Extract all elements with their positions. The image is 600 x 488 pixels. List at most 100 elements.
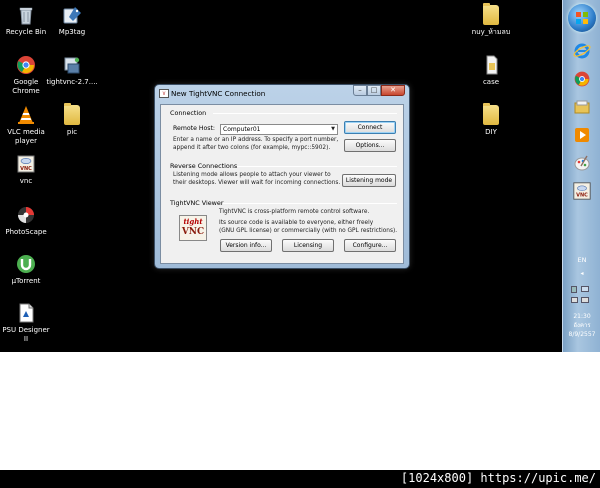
new-tightvnc-connection-window: V New TightVNC Connection – □ ✕ Connecti… [154,84,410,269]
maximize-button[interactable]: □ [367,85,381,96]
folder-icon [61,103,83,126]
window-body: Connection Remote Host: Computer01 ▼ Ent… [160,104,404,264]
reverse-help-line: their desktops. Viewer will wait for inc… [173,179,341,186]
file-icon [480,54,502,76]
chrome-icon [15,54,37,76]
chevron-down-icon[interactable]: ▼ [331,125,335,134]
desktop-icon-label: Google Chrome [12,78,40,95]
window-controls: – □ ✕ [353,85,405,97]
svg-text:VNC: VNC [576,192,588,198]
desktop-icon-label: Recycle Bin [5,28,47,36]
desktop-icon-chrome[interactable]: Google Chrome [0,54,52,96]
viewer-license-text: Its source code is available to everyone… [219,220,397,235]
tightvnc-logo: tight VNC [179,215,207,241]
explorer-icon[interactable] [571,96,593,118]
viewer-license-line: (GNU GPL license) or commercially (with … [219,227,398,234]
licensing-button[interactable]: Licensing [282,239,334,252]
installer-icon [61,54,83,76]
paint-icon[interactable] [571,152,593,174]
svg-text:VNC: VNC [20,166,32,172]
desktop-icon-label: PhotoScape [5,228,47,236]
utorrent-icon [15,253,37,275]
logo-text-tight: tight [183,217,203,226]
tray-expand-icon[interactable]: ◂ [563,270,600,277]
desktop-icon-label: Mp3tag [58,28,86,36]
remote-host-combobox[interactable]: Computer01 ▼ [220,124,338,135]
system-tray [569,284,595,308]
desktop-icon-photoscape[interactable]: PhotoScape [0,204,52,237]
reverse-help-text: Listening mode allows people to attach y… [173,172,340,187]
ie-icon[interactable] [571,40,593,62]
remote-host-value: Computer01 [223,126,261,133]
desktop-icon-diy[interactable]: DIY [464,103,518,137]
blank-area [0,352,600,470]
logo-text-vnc: VNC [181,227,205,237]
version-info-button[interactable]: Version info... [220,239,272,252]
media-player-icon[interactable] [571,124,593,146]
desktop-icon-psu-designer[interactable]: PSU Designer II [0,302,52,344]
desktop-icon-label: µTorrent [11,277,41,285]
clock-time: 21:30 [573,313,591,320]
flag-icon[interactable] [571,286,577,293]
desktop-icon-label: nuy_ห้ามลบ [471,28,511,36]
reverse-connections-heading: Reverse Connections [170,162,238,170]
desktop-icon-label: DIY [485,128,497,136]
desktop-icon-label: case [482,78,500,86]
listening-mode-button[interactable]: Listening mode [342,174,396,187]
configure-button[interactable]: Configure... [344,239,396,252]
desktop-icon-label: vnc [19,177,33,185]
viewer-divider [223,203,397,204]
close-button[interactable]: ✕ [381,85,405,96]
clock-day: อังคาร [573,322,591,329]
network-icon[interactable] [581,286,589,292]
clock-date: 8/9/2557 [568,331,596,338]
recycle-bin-icon [15,4,37,26]
chrome-icon[interactable] [571,68,593,90]
photoscape-icon [15,204,37,226]
desktop-icon-mp3tag[interactable]: Mp3tag [46,4,98,37]
reverse-divider [237,166,397,167]
desktop-icon-nuy[interactable]: nuy_ห้ามลบ [464,3,518,37]
psu-designer-icon [15,302,37,324]
vnc-icon[interactable]: VNC [571,180,593,202]
desktop-icon-vnc[interactable]: VNC vnc [0,153,52,186]
reverse-help-line: Listening mode allows people to attach y… [173,172,331,178]
folder-icon [480,3,502,26]
connection-help-line: append it after two colons (for example,… [173,144,331,151]
desktop-icon-vlc[interactable]: VLC media player [0,104,52,146]
options-button[interactable]: Options... [344,139,396,152]
vnc-window-icon: V [159,89,169,98]
desktop-icon-label: tightvnc-2.7.... [46,78,98,86]
connect-button[interactable]: Connect [344,121,396,134]
footer-watermark: [1024x800] https://upic.me/ [400,471,596,485]
clock[interactable]: 21:30 อังคาร 8/9/2557 [563,312,600,339]
desktop-icon-label: VLC media player [7,128,45,145]
volume-icon[interactable] [581,297,589,303]
minimize-button[interactable]: – [353,85,367,96]
language-indicator[interactable]: EN [563,256,600,264]
power-icon[interactable] [571,297,578,303]
window-title: New TightVNC Connection [171,89,266,98]
viewer-license-line: Its source code is available to everyone… [219,220,374,226]
footer-bar: [1024x800] https://upic.me/ [0,470,600,488]
connection-help-line: Enter a name or an IP address. To specif… [173,137,339,143]
desktop-icon-pic[interactable]: pic [46,103,98,137]
desktop-icon-label: PSU Designer II [2,326,50,343]
desktop-icon-label: pic [66,128,78,136]
folder-icon [480,103,502,126]
connection-help-text: Enter a name or an IP address. To specif… [173,137,338,152]
vlc-icon [15,104,37,126]
connection-heading: Connection [170,109,207,117]
tightvnc-viewer-heading: TightVNC Viewer [170,199,224,207]
desktop-icon-utorrent[interactable]: µTorrent [0,253,52,286]
desktop-icon-tightvnc-installer[interactable]: tightvnc-2.7.... [46,54,98,87]
remote-host-label: Remote Host: [173,125,216,132]
mp3tag-icon [61,4,83,26]
start-orb-icon[interactable] [568,4,596,32]
vnc-icon: VNC [15,153,37,175]
desktop-icon-case[interactable]: case [464,54,518,87]
taskbar: VNC EN ◂ 21:30 อังคาร 8/9/2557 [562,0,600,352]
connection-divider [213,113,397,114]
desktop-icon-recycle-bin[interactable]: Recycle Bin [0,4,52,37]
desktop: Recycle Bin Mp3tag Google Chrome tightvn… [0,0,600,352]
